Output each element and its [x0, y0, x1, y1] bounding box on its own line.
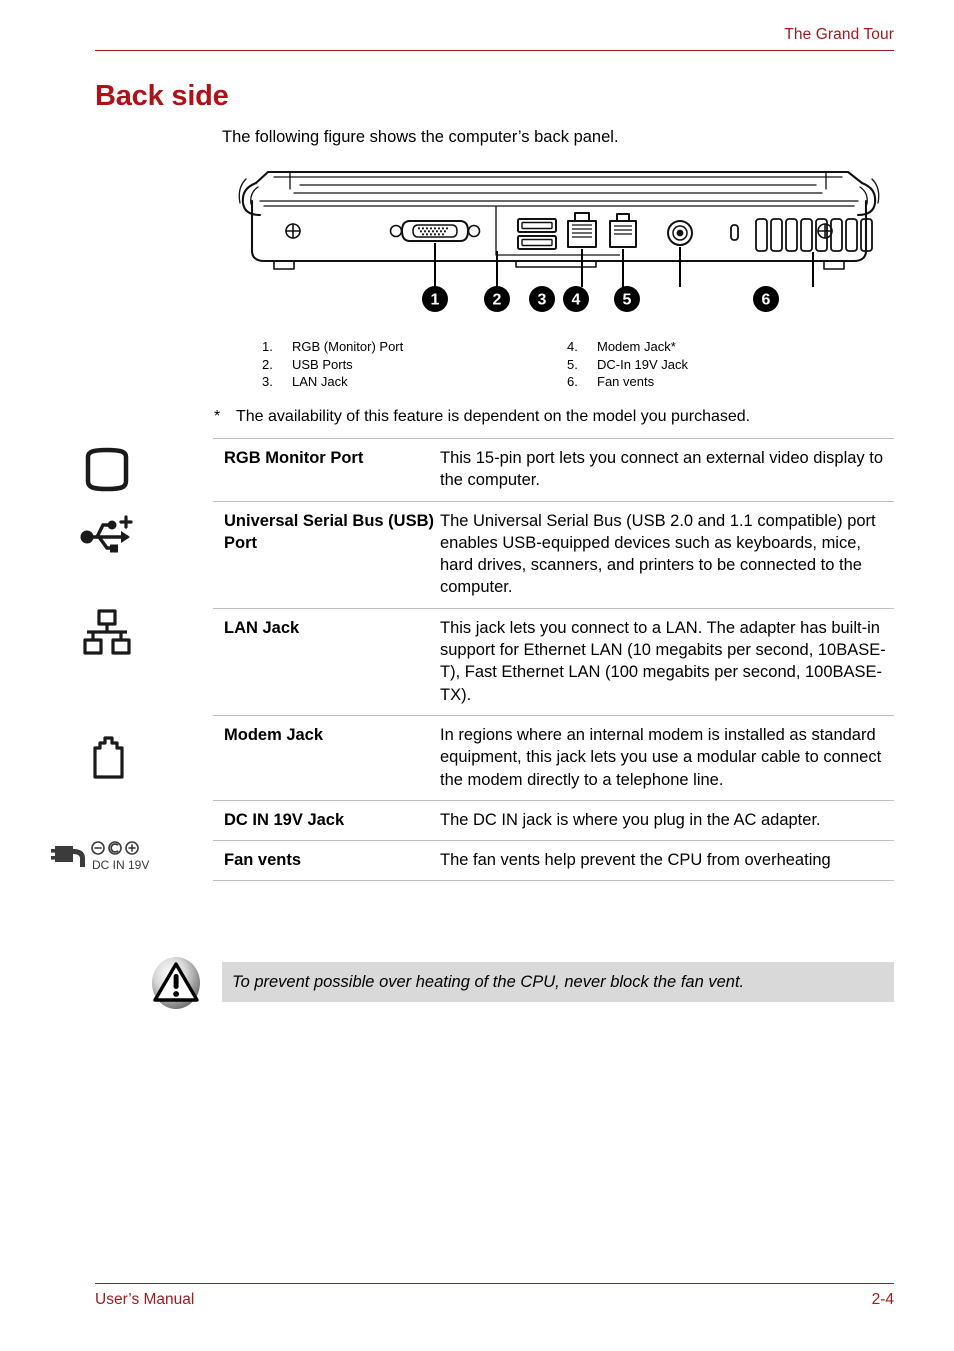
spec-term: Fan vents — [224, 851, 302, 870]
legend-number: 3. — [262, 374, 273, 390]
caution-icon-cell — [148, 955, 204, 1016]
table-row: Modem Jack In regions where an internal … — [213, 714, 894, 800]
table-row: Fan vents The fan vents help prevent the… — [213, 840, 894, 882]
legend-item: 4. Modem Jack* — [567, 338, 688, 356]
warning-triangle-icon — [152, 957, 200, 1009]
page-footer: User’s Manual 2-4 — [95, 1283, 894, 1309]
usb-icon — [80, 515, 133, 553]
footnote-marker: * — [214, 408, 221, 425]
modem-jack-icon-cell — [0, 733, 213, 781]
figure-footnote: * The availability of this feature is de… — [214, 408, 904, 426]
caution-text: To prevent possible over heating of the … — [232, 972, 745, 991]
spec-description: The DC IN jack is where you plug in the … — [440, 810, 821, 829]
legend-item: 3. LAN Jack — [262, 373, 403, 391]
legend-item: 2. USB Ports — [262, 356, 403, 374]
legend-label: RGB (Monitor) Port — [292, 339, 404, 354]
dc-in-icon: DC IN 19V — [50, 841, 149, 872]
legend-label: Fan vents — [597, 374, 655, 390]
footer-divider — [95, 1283, 894, 1284]
svg-text:3: 3 — [538, 292, 547, 309]
legend-item: 6. Fan vents — [567, 373, 688, 391]
legend-item: 1. RGB (Monitor) Port — [262, 338, 403, 356]
spec-description: In regions where an internal modem is in… — [440, 725, 882, 789]
caution-box: To prevent possible over heating of the … — [222, 962, 894, 1002]
table-row: LAN Jack This jack lets you connect to a… — [213, 607, 894, 715]
legend-column-right: 4. Modem Jack* 5. DC-In 19V Jack 6. Fan … — [567, 338, 688, 391]
spec-term: RGB Monitor Port — [224, 449, 364, 467]
manual-page: The Grand Tour Back side The following f… — [0, 0, 954, 1351]
monitor-icon — [85, 447, 128, 492]
page-header: The Grand Tour — [95, 26, 894, 51]
intro-paragraph: The following figure shows the computer’… — [222, 128, 619, 146]
legend-label: DC-In 19V Jack — [597, 356, 689, 372]
page-number: 2-4 — [871, 1291, 894, 1308]
svg-text:1: 1 — [431, 292, 440, 309]
spec-description: This jack lets you connect to a LAN. The… — [440, 618, 886, 704]
legend-column-left: 1. RGB (Monitor) Port 2. USB Ports 3. LA… — [262, 338, 403, 391]
modem-jack-icon — [92, 736, 124, 779]
spec-description: This 15-pin port lets you connect an ext… — [440, 449, 884, 490]
laptop-back-panel-figure: 1 2 3 4 5 6 — [228, 163, 888, 313]
table-row: DC IN 19V Jack The DC IN jack is where y… — [213, 799, 894, 840]
header-divider — [95, 50, 894, 51]
svg-text:5: 5 — [623, 292, 632, 309]
legend-label: LAN Jack — [292, 374, 348, 390]
svg-text:2: 2 — [493, 292, 502, 309]
legend-item: 5. DC-In 19V Jack — [567, 356, 688, 374]
lan-icon — [82, 609, 131, 655]
spec-term: Universal Serial Bus (USB) Port — [224, 511, 434, 552]
table-row: RGB Monitor Port This 15-pin port lets y… — [213, 438, 894, 501]
spec-term: Modem Jack — [224, 725, 324, 744]
dc-in-icon-label: DC IN 19V — [92, 858, 149, 872]
monitor-icon-cell — [0, 447, 213, 495]
legend-number: 2. — [262, 356, 273, 372]
footnote-text: The availability of this feature is depe… — [236, 408, 751, 425]
usb-icon-cell — [0, 513, 213, 559]
legend-number: 6. — [567, 374, 578, 390]
table-row: Universal Serial Bus (USB) Port The Univ… — [213, 500, 894, 608]
svg-text:6: 6 — [762, 292, 771, 309]
spec-description: The fan vents help prevent the CPU from … — [440, 851, 831, 870]
legend-number: 1. — [262, 339, 273, 354]
legend-number: 4. — [567, 339, 578, 354]
spec-term: DC IN 19V Jack — [224, 810, 345, 829]
spec-term: LAN Jack — [224, 618, 300, 637]
lan-icon-cell — [0, 608, 213, 658]
header-chapter-title: The Grand Tour — [784, 26, 894, 43]
specs-table: RGB Monitor Port This 15-pin port lets y… — [213, 438, 894, 882]
footer-manual-label: User’s Manual — [95, 1291, 195, 1308]
page-title: Back side — [95, 80, 229, 112]
legend-label: Modem Jack* — [597, 339, 676, 354]
legend-number: 5. — [567, 356, 578, 372]
spec-description: The Universal Serial Bus (USB 2.0 and 1.… — [440, 511, 876, 597]
legend-label: USB Ports — [292, 356, 353, 372]
svg-text:4: 4 — [572, 292, 581, 309]
dc-in-icon-cell: DC IN 19V — [0, 836, 213, 876]
